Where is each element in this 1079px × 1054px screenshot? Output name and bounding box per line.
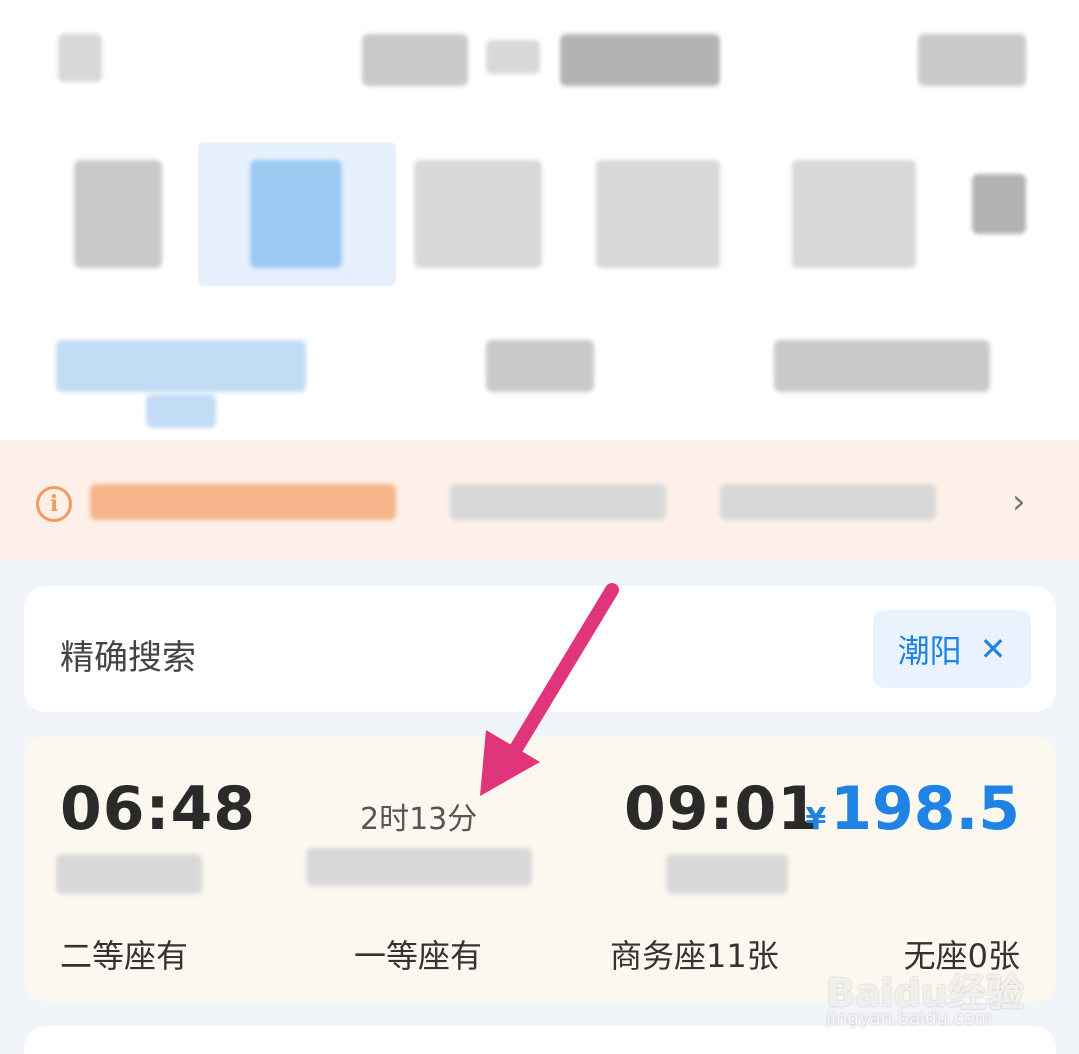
watermark-url: jingyan.baidu.com xyxy=(826,1008,993,1029)
annotation-arrow xyxy=(480,583,619,796)
